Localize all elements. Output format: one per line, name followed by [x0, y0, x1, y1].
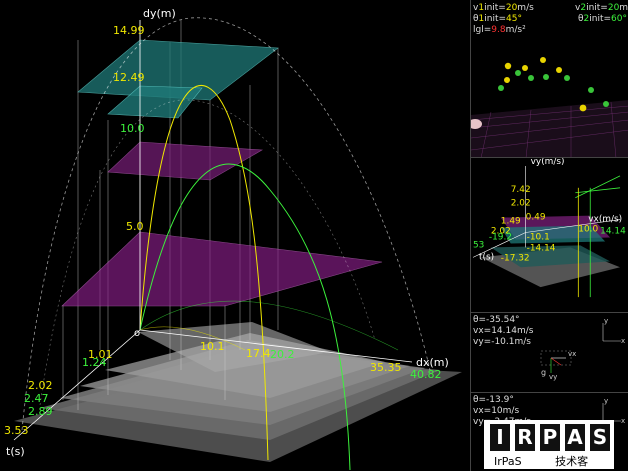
t-axis-label: t(s)	[6, 445, 25, 458]
vel-green-line	[575, 175, 621, 199]
mini-y-label: y	[604, 397, 608, 405]
t-tick: 2.89	[28, 405, 53, 418]
info-panel: v1init=20m/s v2init=20m/s θ1init=45° θ2i…	[470, 0, 628, 158]
logo-subtitle: IrPaS 技术客	[494, 453, 588, 469]
vel-x-label: vx(m/s)	[588, 215, 622, 225]
x-tick: 40.82	[410, 368, 442, 381]
logo-letter: S	[590, 424, 610, 451]
vel-tick: 2.02	[511, 199, 531, 209]
x-tick: 10.1	[200, 340, 225, 353]
logo-letter: I	[490, 424, 510, 451]
y-tick: 14.99	[113, 24, 145, 37]
logo-letter: P	[540, 424, 560, 451]
logo-sub-left: IrPaS	[494, 455, 522, 468]
t-tick: 1.24	[82, 356, 107, 369]
mini-x-label: x	[621, 417, 625, 425]
y-axis-label: dy(m)	[143, 7, 176, 20]
vel-tick: 14.14	[600, 227, 626, 237]
g-vector-label: g	[541, 368, 546, 377]
vel-tick: -17.32	[501, 253, 530, 263]
y-tick: 12.49	[113, 71, 145, 84]
velocity-components-panel-1: θ=-35.54° vx=14.14m/s vy=-10.1m/s y x vx…	[470, 313, 628, 393]
origin-label: o	[134, 328, 140, 339]
theta2-init-readout: θ2init=60°	[578, 14, 627, 24]
vel-tick: -14.14	[527, 243, 556, 253]
theta1-init-readout: θ1init=45°	[473, 14, 522, 24]
gravity-readout: lgl=9.8m/s²	[473, 25, 526, 35]
vel-tick: 53	[473, 240, 484, 250]
t-tick: 2.02	[28, 379, 53, 392]
x-tick: 17.4	[246, 347, 271, 360]
vel-tick: -10.1	[527, 232, 550, 242]
vel-t-label: t(s)	[479, 252, 494, 262]
y-tick: 5.0	[126, 220, 144, 233]
mini-x-label: x	[621, 337, 625, 345]
vel-tick: 1.49	[501, 217, 521, 227]
vx-vector-label: vx	[568, 350, 576, 358]
logo-letter: A	[565, 424, 585, 451]
vector-diagram-1: y x vx g vy	[540, 317, 625, 381]
x-tick: 35.35	[370, 361, 402, 374]
vel-tick: 0.49	[526, 213, 546, 223]
v1-init-readout: v1init=20m/s	[473, 3, 534, 13]
mini-y-label: y	[604, 317, 608, 325]
main-3d-view[interactable]: dy(m) dx(m) t(s) o 14.99 12.49 10.0 5.0 …	[0, 0, 468, 471]
irpas-logo: I R P A S IrPaS 技术客	[484, 420, 614, 469]
vel-tick: -19.2	[489, 232, 512, 242]
ball-scene-view[interactable]	[471, 40, 628, 158]
logo-sub-right: 技术客	[555, 455, 589, 468]
green-balls	[498, 70, 609, 107]
velocity-3d-view[interactable]: vy(m/s) vx(m/s) t(s) 7.42 2.02 0.49 1.49…	[470, 158, 628, 313]
x-tick: 20.2	[270, 348, 295, 361]
logo-letter: R	[515, 424, 535, 451]
t-tick: 3.53	[4, 424, 29, 437]
v2-init-readout: v2init=20m/s	[575, 3, 628, 13]
vy-vector-label: vy	[549, 373, 557, 381]
g-arrow	[550, 357, 562, 366]
vel-y-label: vy(m/s)	[531, 158, 565, 167]
y-tick: 10.0	[120, 122, 145, 135]
t-tick: 2.47	[24, 392, 49, 405]
vel-tick: 10.0	[578, 225, 598, 235]
yellow-balls	[504, 57, 587, 112]
vel-tick: 7.42	[511, 185, 531, 195]
vel-green-line	[575, 187, 621, 194]
